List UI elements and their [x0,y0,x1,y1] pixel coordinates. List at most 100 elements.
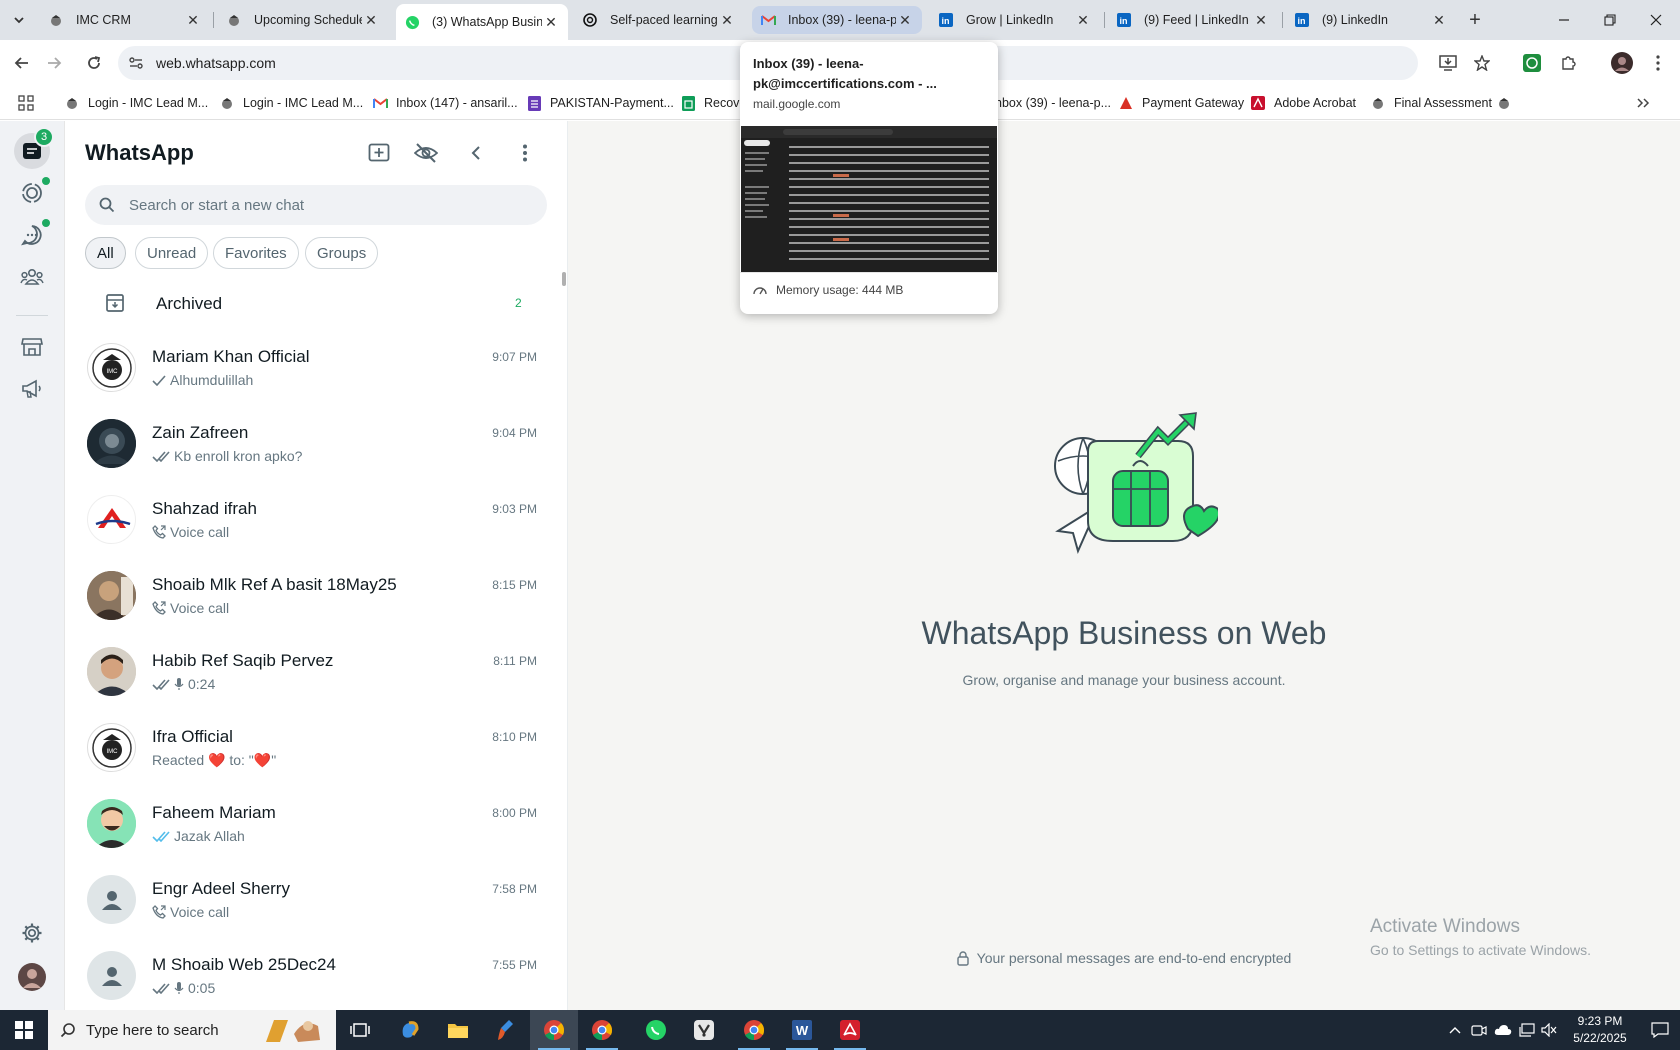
close-icon[interactable]: ✕ [362,11,380,29]
chat-row[interactable]: M Shoaib Web 25Dec24 7:55 PM 0:05 [65,937,560,1010]
chat-row[interactable]: Habib Ref Saqib Pervez 8:11 PM 0:24 [65,633,560,709]
search-icon [99,197,115,218]
chrome-menu-button[interactable] [1644,49,1672,77]
taskbar-app-owl[interactable] [680,1010,728,1050]
tab-gmail-inbox[interactable]: Inbox (39) - leena-pk ✕ [752,6,922,34]
apps-button[interactable] [18,92,34,114]
chat-row[interactable]: Engr Adeel Sherry 7:58 PM Voice call [65,861,560,937]
taskbar-search[interactable]: Type here to search [48,1010,336,1050]
chat-list-scrollbar[interactable] [560,266,568,1010]
taskbar-chrome-2[interactable] [578,1010,626,1050]
close-icon[interactable]: ✕ [896,11,914,29]
archived-row[interactable]: Archived 2 [65,279,560,329]
search-input[interactable] [129,194,529,216]
bookmark-adobe-acrobat[interactable]: Adobe Acrobat [1250,92,1356,114]
communities-button[interactable] [14,259,50,295]
filter-all[interactable]: All [85,237,126,269]
bookmark-inbox-ansaril[interactable]: Inbox (147) - ansaril... [372,92,518,114]
filter-groups[interactable]: Groups [305,237,379,269]
bookmark-login-imc-2[interactable]: Login - IMC Lead M... [219,92,363,114]
tray-meet-button[interactable] [1468,1010,1490,1050]
chat-row[interactable]: Zain Zafreen 9:04 PM Kb enroll kron apko… [65,405,560,481]
install-app-button[interactable] [1434,49,1462,77]
menu-button[interactable] [512,140,538,166]
close-icon[interactable]: ✕ [542,13,560,31]
search-highlight-image [266,1020,320,1042]
bookmark-inbox-leena[interactable]: nbox (39) - leena-p... [995,92,1111,114]
bookmark-login-imc-1[interactable]: Login - IMC Lead M... [64,92,208,114]
site-info-icon[interactable] [128,55,144,76]
forward-button[interactable] [40,49,68,77]
settings-button[interactable] [14,915,50,951]
reload-button[interactable] [80,49,108,77]
close-icon[interactable]: ✕ [718,11,736,29]
back-button[interactable] [8,49,36,77]
tab-imc-crm[interactable]: IMC CRM ✕ [40,6,210,34]
chats-button[interactable]: 3 [14,127,54,169]
tray-onedrive-button[interactable] [1492,1010,1514,1050]
taskbar-copilot[interactable] [386,1010,434,1050]
minimize-button[interactable] [1541,0,1587,40]
collapse-button[interactable] [463,140,489,166]
microphone-icon [174,981,184,995]
profile-button[interactable] [14,959,50,995]
tray-network-button[interactable] [1516,1010,1538,1050]
new-chat-button[interactable] [366,140,392,166]
filter-unread[interactable]: Unread [135,237,209,269]
taskbar-word[interactable]: W [778,1010,826,1050]
restore-button[interactable] [1587,0,1633,40]
tab-grow-linkedin[interactable]: in Grow | LinkedIn ✕ [930,6,1100,34]
chat-row[interactable]: Shoaib Mlk Ref A basit 18May25 8:15 PM V… [65,557,560,633]
intro-panel: WhatsApp Business on Web Grow, organise … [568,121,1680,1010]
close-window-button[interactable] [1633,0,1679,40]
new-tab-button[interactable]: + [1462,8,1488,32]
tab-search-button[interactable] [6,8,32,32]
taskbar-whatsapp[interactable] [632,1010,680,1050]
close-icon[interactable]: ✕ [1074,11,1092,29]
close-icon[interactable]: ✕ [1252,11,1270,29]
tab-self-paced-learning[interactable]: Self-paced learning ✕ [574,6,744,34]
acrobat-icon [1250,95,1266,111]
chat-row[interactable]: Faheem Mariam 8:00 PM Jazak Allah [65,785,560,861]
bookmark-payment-gateway[interactable]: Payment Gateway [1118,92,1244,114]
filter-favorites[interactable]: Favorites [213,237,299,269]
tab-upcoming-schedule[interactable]: Upcoming Schedule ✕ [218,6,388,34]
chat-row[interactable]: IMC Mariam Khan Official 9:07 PM Alhumdu… [65,329,560,405]
channels-button[interactable] [14,217,50,253]
profile-button[interactable] [1608,49,1636,77]
close-icon[interactable]: ✕ [184,11,202,29]
catalog-button[interactable] [14,329,50,365]
tab-linkedin[interactable]: in (9) LinkedIn ✕ [1286,6,1456,34]
bookmark-recove[interactable]: Recove [680,92,746,114]
tray-overflow-button[interactable] [1444,1010,1466,1050]
close-icon[interactable]: ✕ [1430,11,1448,29]
chat-row[interactable]: Shahzad ifrah 9:03 PM Voice call [65,481,560,557]
notification-center-button[interactable] [1640,1010,1680,1050]
chat-row[interactable]: IMC Ifra Official 8:10 PM Reacted ❤️ to:… [65,709,560,785]
scrollbar-thumb[interactable] [562,272,566,286]
bookmark-star-button[interactable] [1468,49,1496,77]
taskbar-acrobat[interactable] [826,1010,874,1050]
tab-feed-linkedin[interactable]: in (9) Feed | LinkedIn ✕ [1108,6,1278,34]
tab-whatsapp[interactable]: (3) WhatsApp Business ✕ [396,4,568,40]
hide-chats-button[interactable] [413,140,439,166]
apps-grid-icon [18,95,34,111]
taskbar-chrome-3[interactable] [730,1010,778,1050]
advertise-button[interactable] [14,371,50,407]
bookmark-final-assessment[interactable]: Final Assessment [1370,92,1492,114]
tray-volume-button[interactable] [1538,1010,1560,1050]
start-button[interactable] [0,1010,48,1050]
extension-whatsapp-button[interactable] [1518,49,1546,77]
extensions-button[interactable] [1554,49,1582,77]
taskbar-chrome-active[interactable] [530,1010,578,1050]
search-box[interactable] [85,185,547,225]
taskbar-file-explorer[interactable] [434,1010,482,1050]
taskbar-clock[interactable]: 9:23 PM 5/22/2025 [1562,1013,1638,1047]
bookmark-pakistan-payment[interactable]: PAKISTAN-Payment... [526,92,674,114]
more-bookmarks-button[interactable] [1636,92,1650,114]
bookmark-extra[interactable] [1496,92,1520,114]
intro-subtitle: Grow, organise and manage your business … [962,672,1286,688]
taskbar-app-paint[interactable] [482,1010,530,1050]
task-view-button[interactable] [336,1010,384,1050]
status-button[interactable] [14,175,50,211]
